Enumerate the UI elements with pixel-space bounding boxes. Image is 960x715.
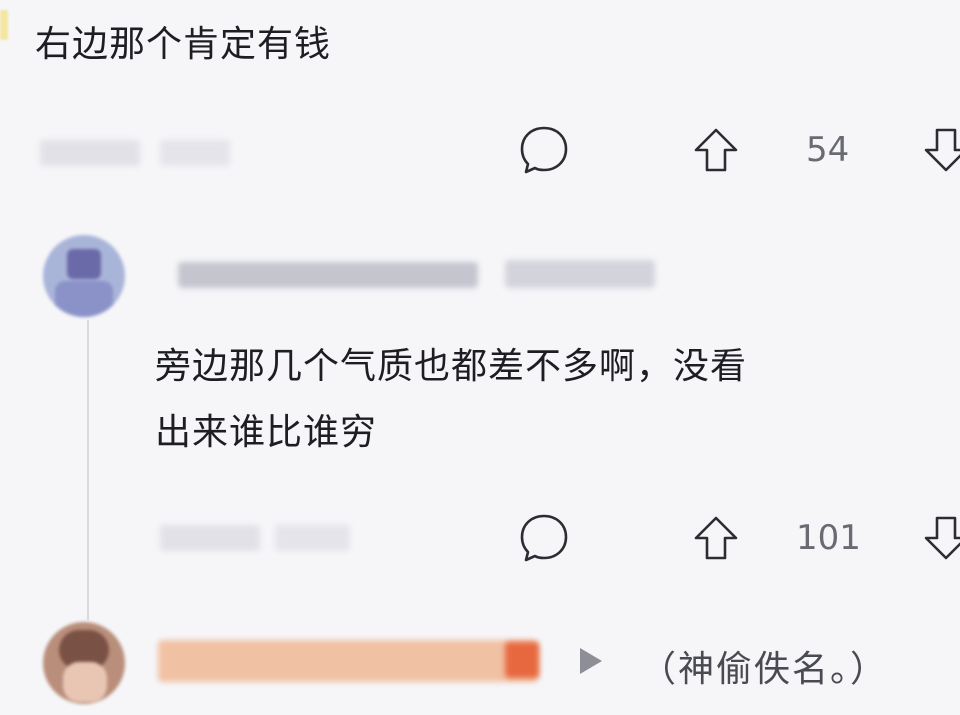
username-blurred <box>178 262 478 288</box>
avatar[interactable] <box>43 235 125 317</box>
downvote-icon[interactable] <box>922 126 960 174</box>
play-arrow-icon <box>580 648 602 674</box>
comment-2-text-line1: 旁边那几个气质也都差不多啊，没看 <box>155 346 748 387</box>
username-badge-blurred <box>505 642 539 678</box>
downvote-icon[interactable] <box>922 514 960 562</box>
comment-1-meta-blurred-2 <box>160 140 230 166</box>
comment-2-meta-blurred <box>160 525 260 551</box>
username-blurred <box>158 640 538 682</box>
edge-mark <box>0 10 8 40</box>
comment-1-like-count: 54 <box>806 130 850 170</box>
upvote-icon[interactable] <box>692 126 740 174</box>
comment-1-text: 右边那个肯定有钱 <box>35 24 332 65</box>
anonymous-note: （神偷佚名。） <box>640 649 889 690</box>
comment-bubble-icon[interactable] <box>518 512 570 564</box>
comment-1-meta-blurred <box>40 140 140 166</box>
comment-2-meta-blurred-2 <box>275 525 350 551</box>
comment-2-like-count: 101 <box>796 518 861 558</box>
upvote-icon[interactable] <box>692 514 740 562</box>
thread-line <box>87 320 89 620</box>
comment-bubble-icon[interactable] <box>518 124 570 176</box>
comment-2-text-line2: 出来谁比谁穷 <box>155 412 378 453</box>
avatar[interactable] <box>43 622 125 704</box>
user-tag-blurred <box>505 260 655 288</box>
